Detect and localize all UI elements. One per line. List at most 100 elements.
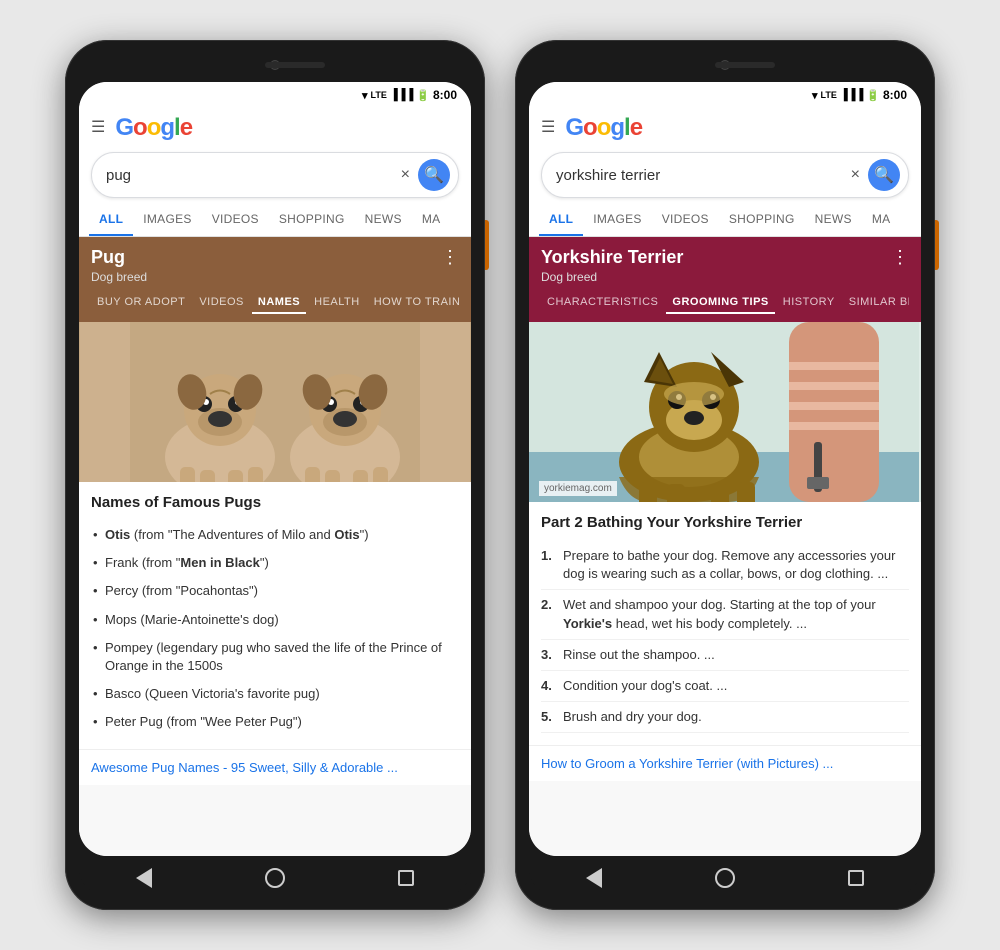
kp-tab-char-2[interactable]: CHARACTERISTICS	[541, 292, 664, 314]
kp-menu-1[interactable]: ⋮	[441, 247, 459, 268]
tab-more-2[interactable]: MA	[862, 204, 901, 236]
search-clear-btn-1[interactable]: ×	[397, 166, 414, 184]
step-item-5: Brush and dry your dog.	[541, 702, 909, 733]
kp-tab-names-1[interactable]: NAMES	[252, 292, 306, 314]
kp-header-1: Pug Dog breed ⋮	[91, 247, 459, 284]
back-button-1[interactable]	[136, 868, 152, 888]
kp-subtitle-1: Dog breed	[91, 270, 147, 284]
name-item-2: Frank (from "Men in Black")	[91, 549, 459, 577]
kp-menu-2[interactable]: ⋮	[891, 247, 909, 268]
battery-icon-1: 🔋	[416, 89, 430, 102]
phone-1-screen: ▾ LTE ▐▐▐ 🔋 8:00 ☰ Google pug ×	[79, 82, 471, 856]
tab-shopping-1[interactable]: SHOPPING	[269, 204, 355, 236]
name-item-5: Pompey (legendary pug who saved the life…	[91, 634, 459, 680]
name-item-7: Peter Pug (from "Wee Peter Pug")	[91, 708, 459, 736]
tab-videos-2[interactable]: VIDEOS	[652, 204, 719, 236]
bottom-nav-2	[529, 856, 921, 896]
step-item-4: Condition your dog's coat. ...	[541, 671, 909, 702]
steps-section-2: Part 2 Bathing Your Yorkshire Terrier Pr…	[529, 502, 921, 745]
recent-button-2[interactable]	[848, 870, 864, 886]
logo-g: G	[115, 114, 133, 141]
home-button-1[interactable]	[265, 868, 285, 888]
back-button-2[interactable]	[586, 868, 602, 888]
hamburger-menu-2[interactable]: ☰	[541, 120, 555, 136]
more-link-1[interactable]: Awesome Pug Names - 95 Sweet, Silly & Ad…	[79, 749, 471, 785]
phone-1-notch	[79, 54, 471, 82]
kp-tabs-1: BUY OR ADOPT VIDEOS NAMES HEALTH HOW TO …	[91, 292, 459, 314]
name-item-6: Basco (Queen Victoria's favorite pug)	[91, 680, 459, 708]
step-item-1: Prepare to bathe your dog. Remove any ac…	[541, 541, 909, 590]
search-bar-2[interactable]: yorkshire terrier × 🔍	[541, 152, 909, 198]
search-query-2[interactable]: yorkshire terrier	[556, 167, 847, 184]
screen-content-2[interactable]: Yorkshire Terrier Dog breed ⋮ CHARACTERI…	[529, 237, 921, 856]
logo-o1: o	[133, 114, 147, 141]
search-submit-btn-1[interactable]: 🔍	[418, 159, 450, 191]
kp-subtitle-2: Dog breed	[541, 270, 683, 284]
tab-shopping-2[interactable]: SHOPPING	[719, 204, 805, 236]
phone-2-speaker	[715, 62, 775, 68]
tab-news-2[interactable]: NEWS	[805, 204, 862, 236]
kp-tab-grooming-2[interactable]: GROOMING TIPS	[666, 292, 774, 314]
phone-1: ▾ LTE ▐▐▐ 🔋 8:00 ☰ Google pug ×	[65, 40, 485, 910]
kp-tab-buy-1[interactable]: BUY OR ADOPT	[91, 292, 191, 314]
tab-all-1[interactable]: ALL	[89, 204, 133, 236]
search-icon-1: 🔍	[424, 165, 444, 185]
time-display-2: 8:00	[883, 88, 907, 102]
tab-more-1[interactable]: MA	[412, 204, 451, 236]
kp-tabs-2: CHARACTERISTICS GROOMING TIPS HISTORY SI…	[541, 292, 909, 314]
status-icons-2: ▾ LTE ▐▐▐ 🔋 8:00	[812, 88, 907, 102]
google-header-2: ☰ Google	[529, 106, 921, 146]
kp-title-area-1: Pug Dog breed	[91, 247, 147, 284]
tab-images-2[interactable]: IMAGES	[583, 204, 651, 236]
kp-title-area-2: Yorkshire Terrier Dog breed	[541, 247, 683, 284]
hamburger-menu-1[interactable]: ☰	[91, 120, 105, 136]
names-title-1: Names of Famous Pugs	[91, 494, 459, 511]
wifi-icon-1: ▾	[362, 89, 368, 102]
search-tabs-1: ALL IMAGES VIDEOS SHOPPING NEWS MA	[79, 204, 471, 237]
kp-tab-videos-1[interactable]: VIDEOS	[193, 292, 250, 314]
kp-tab-health-1[interactable]: HEALTH	[308, 292, 366, 314]
phone-2-status-bar: ▾ LTE ▐▐▐ 🔋 8:00	[529, 82, 921, 106]
names-list-1: Otis (from "The Adventures of Milo and O…	[91, 521, 459, 737]
recent-button-1[interactable]	[398, 870, 414, 886]
tab-news-1[interactable]: NEWS	[355, 204, 412, 236]
phone-1-status-bar: ▾ LTE ▐▐▐ 🔋 8:00	[79, 82, 471, 106]
bottom-nav-1	[79, 856, 471, 896]
knowledge-panel-2: Yorkshire Terrier Dog breed ⋮ CHARACTERI…	[529, 237, 921, 322]
tab-images-1[interactable]: IMAGES	[133, 204, 201, 236]
step-item-3: Rinse out the shampoo. ...	[541, 640, 909, 671]
phone-2-notch	[529, 54, 921, 82]
screen-content-1[interactable]: Pug Dog breed ⋮ BUY OR ADOPT VIDEOS NAME…	[79, 237, 471, 856]
search-bar-container-1: pug × 🔍	[79, 146, 471, 204]
phone-2-screen: ▾ LTE ▐▐▐ 🔋 8:00 ☰ Google yorkshire terr…	[529, 82, 921, 856]
pug-image-section	[79, 322, 471, 482]
source-label-2: yorkiemag.com	[539, 481, 617, 496]
phone-1-speaker	[265, 62, 325, 68]
search-icon-2: 🔍	[874, 165, 894, 185]
battery-icon-2: 🔋	[866, 89, 880, 102]
phones-container: ▾ LTE ▐▐▐ 🔋 8:00 ☰ Google pug ×	[45, 0, 955, 950]
kp-tab-train-1[interactable]: HOW TO TRAIN	[368, 292, 459, 314]
tab-videos-1[interactable]: VIDEOS	[202, 204, 269, 236]
lte-icon-2: LTE	[821, 90, 837, 100]
time-display-1: 8:00	[433, 88, 457, 102]
search-query-1[interactable]: pug	[106, 167, 397, 184]
steps-list-2: Prepare to bathe your dog. Remove any ac…	[541, 541, 909, 733]
kp-tab-similar-2[interactable]: SIMILAR BRE...	[843, 292, 909, 314]
search-submit-btn-2[interactable]: 🔍	[868, 159, 900, 191]
image-source-2: yorkiemag.com	[535, 478, 621, 496]
step-item-2: Wet and shampoo your dog. Starting at th…	[541, 590, 909, 639]
status-icons-1: ▾ LTE ▐▐▐ 🔋 8:00	[362, 88, 457, 102]
logo-g2: g	[160, 114, 174, 141]
logo-e: e	[180, 114, 192, 141]
search-tabs-2: ALL IMAGES VIDEOS SHOPPING NEWS MA	[529, 204, 921, 237]
name-item-3: Percy (from "Pocahontas")	[91, 577, 459, 605]
tab-all-2[interactable]: ALL	[539, 204, 583, 236]
search-bar-1[interactable]: pug × 🔍	[91, 152, 459, 198]
kp-tab-history-2[interactable]: HISTORY	[777, 292, 841, 314]
search-clear-btn-2[interactable]: ×	[847, 166, 864, 184]
steps-title-2: Part 2 Bathing Your Yorkshire Terrier	[541, 514, 909, 531]
home-button-2[interactable]	[715, 868, 735, 888]
knowledge-panel-1: Pug Dog breed ⋮ BUY OR ADOPT VIDEOS NAME…	[79, 237, 471, 322]
more-link-2[interactable]: How to Groom a Yorkshire Terrier (with P…	[529, 745, 921, 781]
